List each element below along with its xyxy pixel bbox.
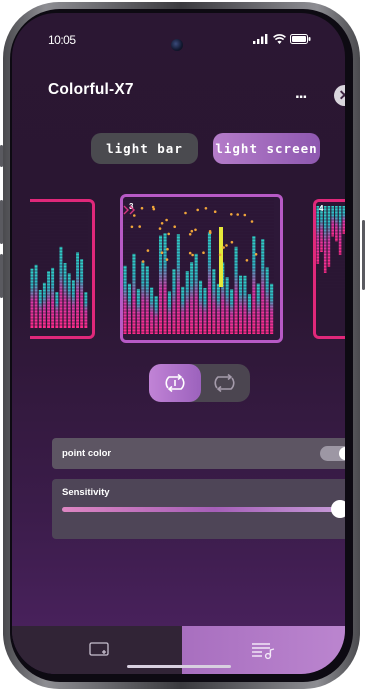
play-mode-toggle	[149, 364, 250, 402]
point-dot	[213, 210, 217, 213]
equalizer-peak-bar	[219, 227, 223, 287]
point-dot	[188, 233, 192, 236]
point-color-label: point color	[62, 448, 112, 459]
point-dot	[191, 253, 194, 257]
equalizer-bar	[181, 286, 185, 334]
equalizer-bar	[323, 206, 327, 273]
tab-light-screen[interactable]: light screen	[213, 133, 320, 164]
point-dot	[184, 211, 187, 215]
equalizer-preview-right	[316, 202, 345, 290]
point-dot	[138, 225, 141, 228]
close-button[interactable]: ✕	[334, 85, 345, 106]
loop-play-button[interactable]	[201, 364, 250, 402]
point-dot	[141, 260, 145, 263]
effect-number: 4	[319, 204, 324, 213]
point-dot	[209, 231, 212, 235]
effect-card-selected[interactable]: 3	[120, 194, 283, 343]
point-dot	[222, 246, 225, 249]
point-color-row: point color	[52, 438, 345, 469]
sensitivity-slider-handle[interactable]	[331, 500, 345, 518]
wifi-icon	[273, 34, 286, 44]
app-screen: 10:05 Colorful-X7 ... ✕ light bar light …	[12, 13, 345, 674]
point-dot	[245, 259, 249, 262]
equalizer-bar	[76, 252, 79, 328]
point-dot	[151, 205, 155, 209]
phone-side-button	[0, 145, 3, 167]
point-dot	[204, 207, 208, 210]
point-dot	[236, 213, 239, 216]
point-dot	[160, 251, 164, 254]
equalizer-bar	[123, 265, 127, 334]
equalizer-bar	[225, 277, 229, 334]
equalizer-bar	[159, 235, 163, 334]
point-dot	[194, 228, 197, 232]
single-play-button[interactable]	[149, 364, 201, 402]
point-dot	[230, 240, 234, 244]
point-dot	[146, 249, 150, 252]
point-dot	[202, 251, 205, 254]
point-dot	[190, 229, 194, 233]
single-loop-icon	[165, 373, 185, 393]
point-dot	[254, 253, 258, 256]
tab-light-bar[interactable]: light bar	[91, 133, 198, 164]
equalizer-bar	[265, 267, 269, 334]
equalizer-preview-left	[30, 202, 88, 328]
signal-icon	[253, 34, 268, 44]
repeat-icon	[214, 373, 235, 393]
point-dot	[140, 206, 144, 210]
phone-side-button	[0, 254, 3, 298]
equalizer-bar	[327, 206, 331, 267]
close-icon: ✕	[338, 87, 345, 103]
effect-card-right[interactable]: 4	[313, 199, 345, 339]
front-camera	[170, 39, 183, 51]
point-dot	[130, 225, 134, 229]
point-color-switch[interactable]	[320, 446, 345, 461]
equalizer-bar	[145, 266, 149, 334]
more-button[interactable]: ...	[295, 83, 307, 103]
equalizer-bar	[167, 291, 171, 334]
point-dot	[158, 227, 162, 230]
double-chevron-right-icon	[123, 205, 135, 215]
point-dot	[196, 208, 199, 212]
point-dot	[218, 253, 222, 257]
point-dot	[165, 258, 169, 261]
equalizer-preview-center	[123, 197, 274, 334]
status-time: 10:05	[48, 33, 76, 47]
point-dot	[243, 213, 247, 217]
point-dot	[173, 225, 176, 228]
sensitivity-label: Sensitivity	[62, 487, 110, 498]
point-dot	[167, 232, 170, 236]
battery-icon	[290, 34, 311, 44]
equalizer-bar	[80, 259, 84, 328]
point-dot	[188, 251, 192, 255]
effect-card-left[interactable]	[30, 199, 95, 339]
status-icons	[253, 34, 311, 44]
point-dot	[160, 222, 164, 225]
equalizer-bar	[63, 263, 67, 328]
point-dot	[166, 247, 169, 251]
sensitivity-slider-track[interactable]	[62, 507, 340, 512]
sensitivity-row: Sensitivity	[52, 479, 345, 539]
point-dot	[225, 244, 228, 247]
page-title: Colorful-X7	[48, 81, 134, 98]
switch-knob	[339, 447, 345, 460]
point-dot	[250, 220, 254, 223]
equalizer-bar	[207, 232, 211, 334]
phone-side-button	[0, 200, 3, 244]
point-dot	[165, 218, 168, 222]
point-dot	[230, 213, 233, 216]
home-indicator	[127, 665, 231, 668]
